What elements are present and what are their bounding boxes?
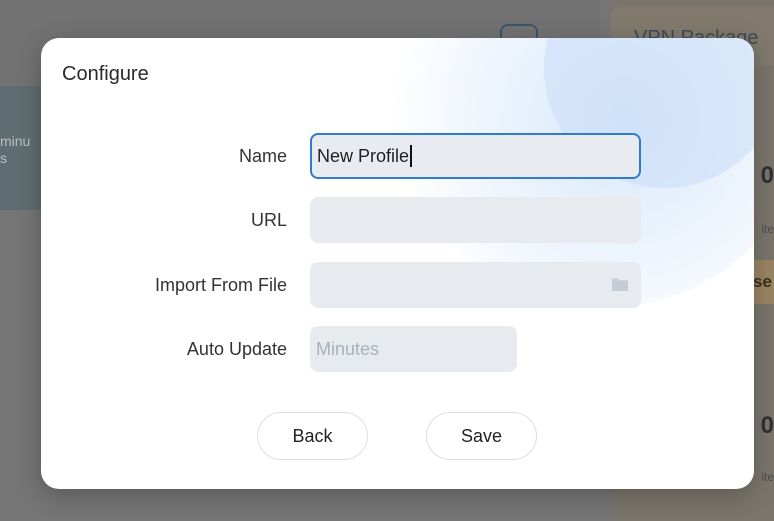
name-input[interactable]: New Profile	[310, 133, 641, 179]
name-label: Name	[238, 146, 287, 166]
background-right-caption-1: ite	[761, 222, 774, 236]
auto-update-row: Auto Update Minutes	[41, 326, 754, 372]
import-file-input[interactable]	[310, 262, 641, 308]
url-row: URL	[41, 197, 754, 243]
folder-icon[interactable]	[611, 277, 629, 292]
configure-dialog: Configure Name New Profile URL Import Fr…	[41, 38, 754, 489]
save-button[interactable]: Save	[426, 412, 537, 460]
url-input[interactable]	[310, 197, 641, 243]
background-right-value-1: 0	[760, 162, 774, 189]
auto-update-label: Auto Update	[186, 339, 287, 359]
name-row: Name New Profile	[41, 133, 754, 179]
dialog-title: Configure	[62, 63, 149, 85]
background-right-value-2: 0	[760, 412, 774, 439]
text-caret	[410, 144, 413, 167]
auto-update-input[interactable]: Minutes	[310, 326, 517, 372]
background-side-text: minu s	[0, 133, 31, 166]
name-input-value: New Profile	[317, 146, 410, 166]
auto-update-placeholder: Minutes	[316, 339, 380, 359]
import-label: Import From File	[154, 275, 287, 295]
url-label: URL	[250, 210, 287, 230]
back-button[interactable]: Back	[257, 412, 368, 460]
background-right-caption-2: ite	[761, 470, 774, 484]
import-row: Import From File	[41, 262, 754, 308]
